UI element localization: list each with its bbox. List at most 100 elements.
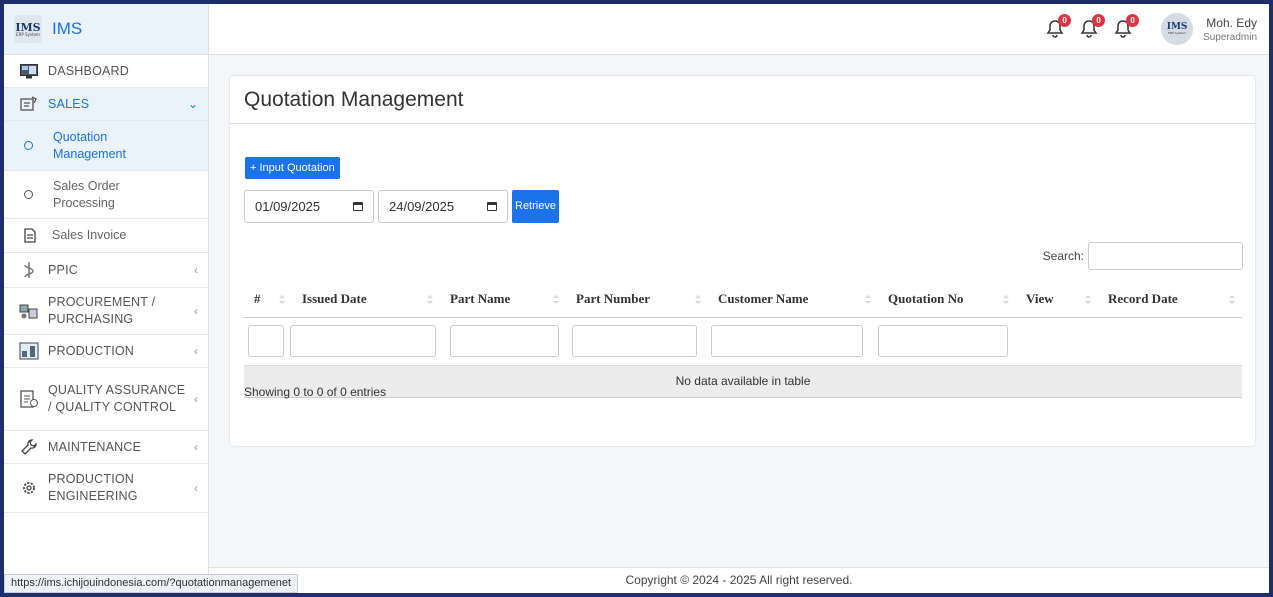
search-label: Search: xyxy=(1042,249,1084,263)
quotation-table: # Issued Date Part Name Part Number Cust… xyxy=(244,281,1242,398)
chevron-down-icon: ⌄ xyxy=(187,97,198,111)
sidebar-subitem-label: Quotation Management xyxy=(53,129,126,161)
sort-icon xyxy=(1003,295,1009,304)
sidebar-item-label: MAINTENANCE xyxy=(48,439,142,454)
sidebar-item-label: PPIC xyxy=(48,262,78,277)
sidebar-subitem-sales-invoice[interactable]: Sales Invoice xyxy=(4,219,208,253)
sort-icon xyxy=(1229,295,1235,304)
filter-input-part-name[interactable] xyxy=(450,325,559,357)
column-header-record-date[interactable]: Record Date xyxy=(1098,281,1242,318)
brand-logo: IMS ERP System xyxy=(14,15,42,43)
filter-input-issued-date[interactable] xyxy=(290,325,436,357)
user-menu[interactable]: Moh. Edy Superadmin xyxy=(1203,16,1257,43)
sidebar-subitem-label: Sales Order Processing xyxy=(53,178,120,210)
sidebar-nav: DASHBOARD SALES ⌄ Quotation Management S… xyxy=(4,55,208,513)
footer: Copyright © 2024 - 2025 All right reserv… xyxy=(209,567,1269,593)
column-header-part-number[interactable]: Part Number xyxy=(566,281,708,318)
sidebar-item-label: PRODUCTION ENGINEERING xyxy=(48,472,138,503)
sort-icon xyxy=(279,295,285,304)
calendar-icon[interactable] xyxy=(487,202,497,211)
column-header-quotation-no[interactable]: Quotation No xyxy=(878,281,1016,318)
sort-icon xyxy=(1085,295,1091,304)
date-from-value: 01/09/2025 xyxy=(255,199,321,214)
sidebar-item-production-engineering[interactable]: PRODUCTION ENGINEERING ‹ xyxy=(4,464,208,513)
quotation-card: Quotation Management + Input Quotation 0… xyxy=(230,76,1255,446)
ppic-icon xyxy=(18,259,40,281)
notification-bell-1[interactable]: 0 xyxy=(1045,14,1072,40)
sidebar-item-production[interactable]: PRODUCTION ‹ xyxy=(4,335,208,368)
table-search: Search: xyxy=(1043,242,1243,270)
browser-status-url: https://ims.ichijouindonesia.com/?quotat… xyxy=(4,574,299,593)
dashboard-icon xyxy=(18,60,40,82)
sidebar-subitem-sales-order-processing[interactable]: Sales Order Processing xyxy=(4,171,208,219)
chevron-left-icon: ‹ xyxy=(194,440,198,454)
date-filter: 01/09/2025 24/09/2025 Retrieve xyxy=(244,190,559,223)
app-window: IMS ERP System IMS DASHBOARD SALES ⌄ Quot… xyxy=(4,4,1269,593)
date-to-value: 24/09/2025 xyxy=(389,199,455,214)
sort-icon xyxy=(553,295,559,304)
empty-table-message: No data available in table xyxy=(244,365,1242,398)
topbar: 0 0 0 IMS ERP System Moh. Edy Superadmin xyxy=(209,4,1269,55)
table-empty-row: No data available in table xyxy=(244,365,1242,398)
sidebar-item-ppic[interactable]: PPIC ‹ xyxy=(4,253,208,288)
chevron-left-icon: ‹ xyxy=(194,392,198,406)
sidebar-item-procurement[interactable]: PROCUREMENT / PURCHASING ‹ xyxy=(4,288,208,335)
sidebar-item-maintenance[interactable]: MAINTENANCE ‹ xyxy=(4,431,208,464)
calendar-icon[interactable] xyxy=(353,202,363,211)
column-header-customer-name[interactable]: Customer Name xyxy=(708,281,878,318)
sidebar-item-label: SALES xyxy=(48,96,90,111)
circle-icon xyxy=(24,141,33,150)
avatar[interactable]: IMS ERP System xyxy=(1161,13,1194,45)
gear-icon xyxy=(18,477,40,499)
column-header-number[interactable]: # xyxy=(244,281,292,318)
quality-icon xyxy=(18,388,40,410)
input-quotation-button[interactable]: + Input Quotation xyxy=(245,157,340,179)
chevron-left-icon: ‹ xyxy=(194,304,198,318)
card-header: Quotation Management xyxy=(230,76,1255,124)
production-icon xyxy=(18,340,40,362)
brand-name: IMS xyxy=(52,19,83,38)
column-header-view[interactable]: View xyxy=(1016,281,1098,318)
sidebar-subitem-quotation-management[interactable]: Quotation Management xyxy=(4,121,208,171)
notification-badge: 0 xyxy=(1092,14,1106,27)
wrench-icon xyxy=(18,436,40,458)
user-name: Moh. Edy xyxy=(1206,15,1257,30)
copyright-text: Copyright © 2024 - 2025 All right reserv… xyxy=(625,573,853,587)
sidebar-item-label: DASHBOARD xyxy=(48,63,129,78)
circle-icon xyxy=(24,190,33,199)
notification-badge: 0 xyxy=(1126,14,1140,27)
filter-input-part-number[interactable] xyxy=(572,325,697,357)
sidebar-item-label: PROCUREMENT / PURCHASING xyxy=(48,295,156,326)
brand[interactable]: IMS ERP System IMS xyxy=(4,4,208,55)
sidebar-item-dashboard[interactable]: DASHBOARD xyxy=(4,55,208,88)
page-title: Quotation Management xyxy=(244,88,464,111)
sort-icon xyxy=(695,295,701,304)
search-input[interactable] xyxy=(1088,242,1243,270)
table-info: Showing 0 to 0 of 0 entries xyxy=(244,385,387,399)
retrieve-button[interactable]: Retrieve xyxy=(512,190,559,223)
notification-bell-2[interactable]: 0 xyxy=(1079,14,1106,40)
table-header-row: # Issued Date Part Name Part Number Cust… xyxy=(244,281,1242,318)
notification-badge: 0 xyxy=(1058,14,1072,27)
filter-input-customer-name[interactable] xyxy=(711,325,863,357)
filter-input-number[interactable] xyxy=(248,325,284,357)
sidebar-item-label: QUALITY ASSURANCE / QUALITY CONTROL xyxy=(48,383,186,414)
date-to-input[interactable]: 24/09/2025 xyxy=(378,190,508,223)
date-from-input[interactable]: 01/09/2025 xyxy=(244,190,374,223)
sidebar-item-sales[interactable]: SALES ⌄ xyxy=(4,88,208,121)
notification-bell-3[interactable]: 0 xyxy=(1113,14,1140,40)
table-filter-row xyxy=(244,317,1242,366)
column-header-part-name[interactable]: Part Name xyxy=(440,281,566,318)
chevron-left-icon: ‹ xyxy=(194,263,198,277)
chevron-left-icon: ‹ xyxy=(194,344,198,358)
filter-input-quotation-no[interactable] xyxy=(878,325,1008,357)
column-header-issued-date[interactable]: Issued Date xyxy=(292,281,440,318)
sidebar: IMS ERP System IMS DASHBOARD SALES ⌄ Quot… xyxy=(4,4,209,593)
document-icon xyxy=(24,228,36,243)
procurement-icon xyxy=(18,300,40,322)
chevron-left-icon: ‹ xyxy=(194,481,198,495)
sidebar-subitem-label: Sales Invoice xyxy=(52,228,127,242)
sidebar-item-quality[interactable]: QUALITY ASSURANCE / QUALITY CONTROL ‹ xyxy=(4,368,208,431)
sales-icon xyxy=(18,93,40,115)
sort-icon xyxy=(427,295,433,304)
